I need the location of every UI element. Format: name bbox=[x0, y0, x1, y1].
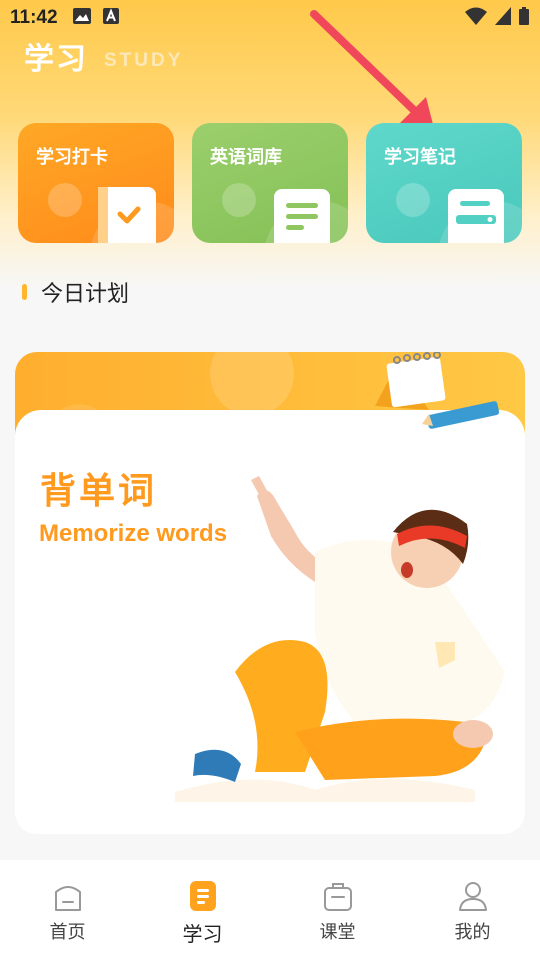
bottom-tab-bar: 首页 学习 课堂 我的 bbox=[0, 860, 540, 960]
text-notification-icon bbox=[102, 7, 120, 29]
checkin-doc-icon bbox=[98, 187, 156, 243]
decor-circle bbox=[48, 183, 82, 217]
vocab-card[interactable]: 英语词库 bbox=[192, 123, 348, 243]
student-illustration bbox=[175, 476, 505, 802]
checkin-card[interactable]: 学习打卡 bbox=[18, 123, 174, 243]
tab-profile[interactable]: 我的 bbox=[405, 860, 540, 960]
vocab-card-label: 英语词库 bbox=[210, 147, 282, 168]
wifi-icon bbox=[464, 6, 488, 30]
today-plan-title: 今日计划 bbox=[41, 282, 130, 307]
decor-circle bbox=[222, 183, 256, 217]
battery-icon bbox=[518, 6, 530, 30]
profile-icon bbox=[457, 880, 489, 912]
memorize-words-banner[interactable]: 背单词 Memorize words bbox=[15, 352, 525, 834]
tab-study[interactable]: 学习 bbox=[135, 860, 270, 960]
tab-profile-label: 我的 bbox=[454, 922, 491, 943]
tab-home[interactable]: 首页 bbox=[0, 860, 135, 960]
notes-card-label: 学习笔记 bbox=[384, 147, 456, 168]
checkin-card-label: 学习打卡 bbox=[36, 147, 108, 168]
image-notification-icon bbox=[72, 7, 92, 29]
page-subtitle: STUDY bbox=[104, 50, 184, 71]
study-icon bbox=[187, 880, 219, 912]
tab-study-label: 学习 bbox=[182, 922, 223, 946]
notebook-icon bbox=[448, 189, 504, 243]
tab-classroom[interactable]: 课堂 bbox=[270, 860, 405, 960]
status-time: 11:42 bbox=[10, 7, 58, 28]
classroom-icon bbox=[322, 880, 354, 912]
page-title: 学习 bbox=[24, 42, 88, 77]
notes-card[interactable]: 学习笔记 bbox=[366, 123, 522, 243]
home-icon bbox=[52, 880, 84, 912]
status-bar: 11:42 bbox=[0, 0, 540, 36]
today-plan-header: 今日计划 bbox=[22, 276, 129, 308]
tab-classroom-label: 课堂 bbox=[319, 922, 356, 943]
decor-circle bbox=[396, 183, 430, 217]
banner-title: 背单词 bbox=[40, 471, 158, 512]
calendar-pencil-icon bbox=[375, 352, 500, 429]
signal-icon bbox=[494, 6, 512, 30]
tab-home-label: 首页 bbox=[49, 922, 86, 943]
section-marker bbox=[22, 284, 27, 300]
vocab-doc-icon bbox=[274, 189, 330, 243]
